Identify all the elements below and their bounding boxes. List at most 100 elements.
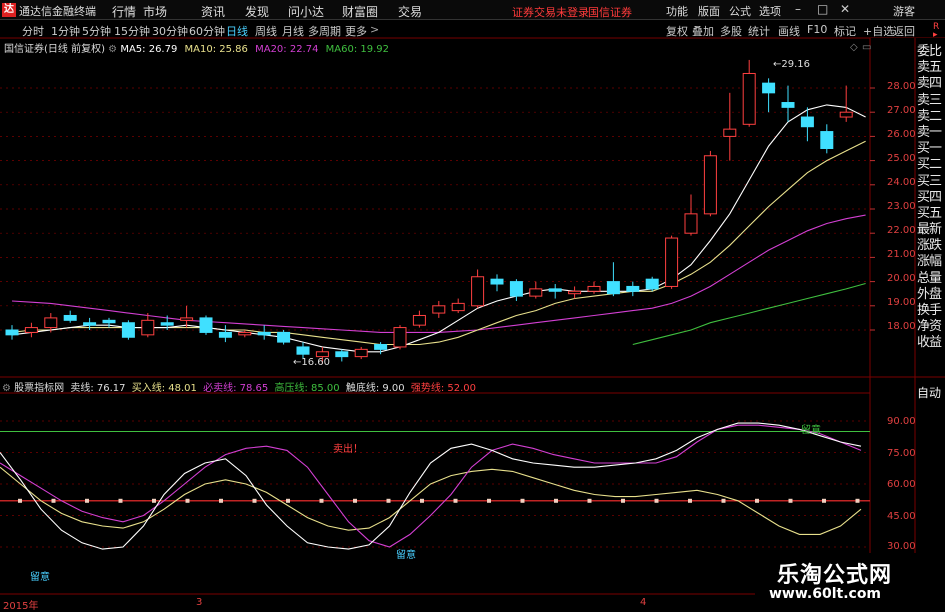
price-tick: 22.00 xyxy=(887,225,916,236)
menu-quotes[interactable]: 行情 xyxy=(112,3,136,20)
sidebar-item[interactable]: 换手 xyxy=(917,303,945,319)
sidebar-item[interactable]: 卖三 xyxy=(917,93,945,109)
menu-layout[interactable]: 版面 xyxy=(698,3,720,19)
broker-name[interactable]: 国信证券 xyxy=(588,4,632,20)
candle-body xyxy=(568,290,582,295)
menu-market[interactable]: 市场 xyxy=(143,3,167,20)
trade-login-status[interactable]: 证券交易未登录 xyxy=(512,4,589,20)
minimize-icon[interactable]: – xyxy=(795,2,801,16)
menu-ask[interactable]: 问小达 xyxy=(288,3,324,20)
guest-label[interactable]: 游客 xyxy=(893,3,915,19)
date-label: 3 xyxy=(196,597,203,608)
sidebar-item[interactable]: 外盘 xyxy=(917,287,945,303)
period-weekly[interactable]: 周线 xyxy=(255,23,277,39)
auto-button[interactable]: 自动 xyxy=(917,384,941,401)
period-toolbar: 分时 1分钟 5分钟 15分钟 30分钟 60分钟 日线 周线 月线 多周期 更… xyxy=(0,20,945,38)
ma5-value: MA5: 26.79 xyxy=(120,44,178,55)
btn-multi-stock[interactable]: 多股 xyxy=(720,23,742,39)
candle-body xyxy=(102,319,116,324)
sidebar-item[interactable]: 委比 xyxy=(917,44,945,60)
period-monthly[interactable]: 月线 xyxy=(282,23,304,39)
period-60min[interactable]: 60分钟 xyxy=(189,23,225,39)
price-tick: 23.00 xyxy=(887,201,916,212)
period-multi[interactable]: 多周期 xyxy=(308,23,341,39)
sidebar-item[interactable]: 卖二 xyxy=(917,109,945,125)
period-more[interactable]: 更多 xyxy=(345,23,367,39)
menu-formula[interactable]: 公式 xyxy=(729,3,751,19)
strong-line-marker xyxy=(520,498,525,503)
sidebar-item[interactable]: 最新 xyxy=(917,222,945,238)
sidebar-item[interactable]: 收益 xyxy=(917,335,945,351)
watermark-title: 乐淘公式网 xyxy=(777,563,893,588)
candle-body xyxy=(83,322,97,326)
menu-news[interactable]: 资讯 xyxy=(201,3,225,20)
strong-line-marker xyxy=(420,498,424,503)
price-tick: 27.00 xyxy=(887,105,916,116)
indicator-settings-icon[interactable]: ⚙ xyxy=(2,383,11,394)
btn-mark[interactable]: 标记 xyxy=(834,23,856,39)
menu-functions[interactable]: 功能 xyxy=(666,3,688,19)
sidebar-item[interactable]: 卖一 xyxy=(917,125,945,141)
candle-body xyxy=(238,331,252,336)
indicator-info: ⚙ 股票指标网 卖线: 76.17 买入线: 48.01 必卖线: 78.65 … xyxy=(0,379,476,394)
indicator-tick: 45.00 xyxy=(887,511,916,522)
period-daily[interactable]: 日线 xyxy=(226,23,248,39)
period-tick[interactable]: 分时 xyxy=(22,23,44,39)
sidebar-item[interactable]: 涨幅 xyxy=(917,254,945,270)
sidebar-item[interactable]: 买三 xyxy=(917,174,945,190)
settings-gear-icon[interactable]: ⚙ xyxy=(108,44,117,55)
indicator-bottom-value: 触底线: 9.00 xyxy=(345,383,405,394)
diamond-icon[interactable]: ◇ xyxy=(850,42,858,53)
candle-body xyxy=(374,344,388,350)
sidebar-item[interactable]: 卖五 xyxy=(917,60,945,76)
period-15min[interactable]: 15分钟 xyxy=(114,23,150,39)
candle-body xyxy=(645,278,659,290)
sidebar-item[interactable]: 买五 xyxy=(917,206,945,222)
sidebar-item[interactable]: 涨跌 xyxy=(917,238,945,254)
sidebar-arrow-icon[interactable]: ▸ xyxy=(933,30,938,40)
period-5min[interactable]: 5分钟 xyxy=(82,23,111,39)
more-arrow-icon[interactable]: > xyxy=(370,23,379,36)
sidebar-item[interactable]: 买四 xyxy=(917,190,945,206)
candle-body xyxy=(451,302,465,312)
indicator-tick: 60.00 xyxy=(887,479,916,490)
btn-overlay[interactable]: 叠加 xyxy=(692,23,714,39)
sidebar-item[interactable]: 净资 xyxy=(917,319,945,335)
period-1min[interactable]: 1分钟 xyxy=(51,23,80,39)
btn-back[interactable]: 返回 xyxy=(893,23,915,39)
sidebar-item[interactable]: 买一 xyxy=(917,141,945,157)
btn-f10[interactable]: F10 xyxy=(807,23,827,36)
candle-body xyxy=(121,322,135,338)
close-icon[interactable]: ✕ xyxy=(840,2,850,16)
sell-signal-label: 卖出！ xyxy=(333,444,363,455)
candle-body xyxy=(490,278,504,285)
sidebar-item[interactable]: 卖四 xyxy=(917,76,945,92)
menu-options[interactable]: 选项 xyxy=(759,3,781,19)
candle-body xyxy=(180,317,194,321)
candle-body xyxy=(839,111,853,118)
sidebar-item[interactable]: 总量 xyxy=(917,271,945,287)
price-tick: 20.00 xyxy=(887,273,916,284)
maximize-icon[interactable]: □ xyxy=(817,2,828,16)
menu-wealth[interactable]: 财富圈 xyxy=(342,3,378,20)
sidebar-item[interactable]: 买二 xyxy=(917,157,945,173)
candle-body xyxy=(548,288,562,292)
high-price-label: ←29.16 xyxy=(773,59,811,70)
candle-body xyxy=(432,305,446,314)
btn-restore-rights[interactable]: 复权 xyxy=(666,23,688,39)
menu-discover[interactable]: 发现 xyxy=(245,3,269,20)
strong-line-marker xyxy=(587,498,592,503)
low-price-label: ←16.60 xyxy=(293,357,331,368)
candle-body xyxy=(63,314,77,321)
btn-add-watchlist[interactable]: +自选 xyxy=(863,23,894,39)
btn-draw[interactable]: 画线 xyxy=(778,23,800,39)
period-30min[interactable]: 30分钟 xyxy=(152,23,188,39)
price-tick: 24.00 xyxy=(887,177,916,188)
watermark: 乐淘公式网 www.60lt.com xyxy=(755,553,945,609)
strong-line-marker xyxy=(755,498,759,503)
minimize-pane-icon[interactable]: ▭ xyxy=(862,42,871,53)
candle-body xyxy=(354,348,368,358)
menu-trade[interactable]: 交易 xyxy=(398,3,422,20)
btn-statistics[interactable]: 统计 xyxy=(748,23,770,39)
candle-body xyxy=(393,327,407,348)
